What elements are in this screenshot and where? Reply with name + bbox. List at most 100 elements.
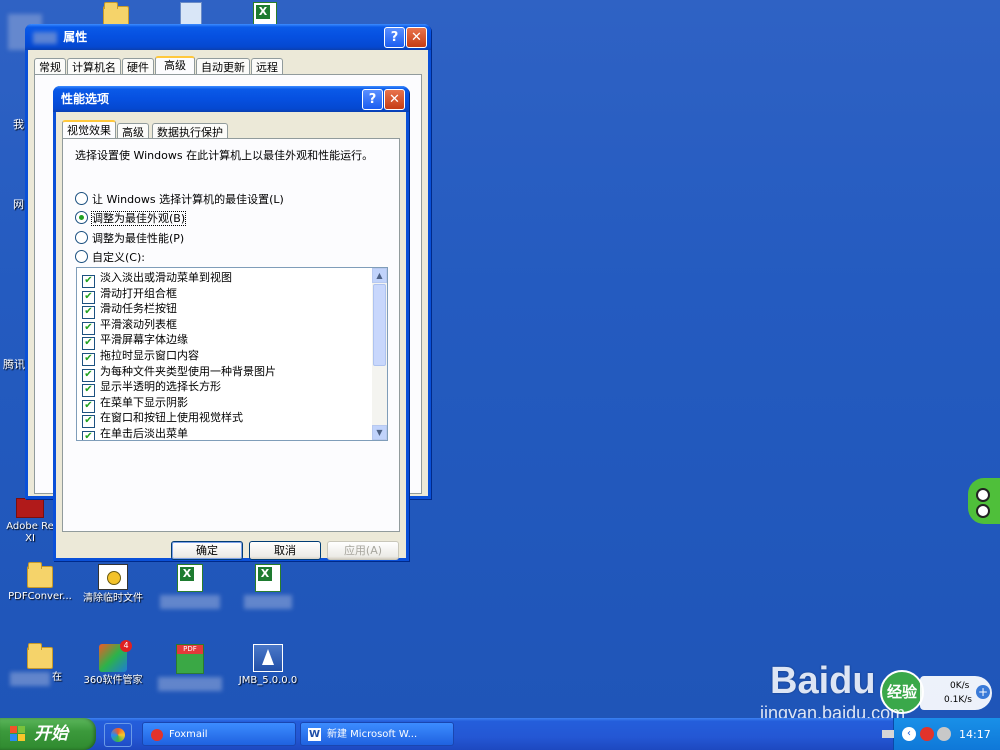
quicklaunch-icon[interactable] — [104, 723, 132, 747]
effect-label: 显示半透明的选择长方形 — [100, 380, 221, 394]
clean-temp-icon[interactable]: 清除临时文件 — [73, 564, 153, 605]
vertical-scrollbar[interactable]: ▲ ▼ — [372, 268, 387, 440]
effect-label: 在单击后淡出菜单 — [100, 426, 188, 440]
checkbox[interactable]: ✔ — [82, 321, 95, 335]
task-label: Foxmail — [169, 729, 208, 740]
program-icon[interactable] — [180, 2, 202, 26]
mascot-icon[interactable] — [968, 478, 1000, 524]
adobe-reader-icon[interactable]: Adobe Re XI — [0, 498, 60, 545]
radio-best-appearance[interactable]: 调整为最佳外观(B) — [75, 210, 187, 226]
task-foxmail[interactable]: Foxmail — [142, 722, 296, 746]
checkbox[interactable]: ✔ — [82, 399, 95, 413]
edge-label: 网 — [13, 198, 24, 211]
checkbox[interactable]: ✔ — [82, 384, 95, 398]
title-bar[interactable]: 属性 ? ✕ — [25, 24, 431, 50]
help-button[interactable]: ? — [384, 27, 405, 48]
list-item[interactable]: ✔ 在单击后淡出菜单 — [77, 426, 387, 440]
title-bar[interactable]: 性能选项 ? ✕ — [53, 86, 409, 112]
close-button[interactable]: ✕ — [384, 89, 405, 110]
excel-icon — [255, 564, 281, 592]
effect-label: 为每种文件夹类型使用一种背景图片 — [100, 364, 276, 378]
effects-list[interactable]: ✔ 淡入淡出或滑动菜单到视图 ✔ 滑动打开组合框 ✔ 滑动任务栏按钮 ✔ 平滑滚动列表框… — [76, 267, 388, 441]
radio-label: 调整为最佳外观(B) — [90, 211, 187, 226]
folder-icon — [27, 562, 53, 588]
checkbox[interactable]: ✔ — [82, 415, 95, 429]
list-item[interactable]: ✔ 淡入淡出或滑动菜单到视图 — [77, 270, 387, 288]
radio-let-windows-choose[interactable]: 让 Windows 选择计算机的最佳设置(L) — [75, 191, 284, 207]
excel-icon[interactable] — [253, 2, 277, 26]
help-button[interactable]: ? — [362, 89, 383, 110]
checkbox[interactable]: ✔ — [82, 337, 95, 351]
plus-icon[interactable]: + — [976, 685, 990, 699]
cancel-button[interactable]: 取消 — [249, 541, 321, 560]
list-item[interactable]: ✔ 在窗口和按钮上使用视觉样式 — [77, 410, 387, 429]
radio-label: 调整为最佳性能(P) — [92, 232, 185, 245]
window-title: 属性 — [63, 30, 88, 44]
blurred-label — [244, 595, 292, 609]
pdf-file-icon[interactable]: PDF — [150, 644, 230, 691]
clock: 14:17 — [959, 728, 991, 741]
system-tray: ‹ 14:17 — [882, 718, 1000, 750]
radio-circle — [75, 211, 88, 224]
checkbox[interactable]: ✔ — [82, 275, 95, 288]
list-item[interactable]: ✔ 平滑滚动列表框 — [77, 317, 387, 335]
list-item[interactable]: ✔ 显示半透明的选择长方形 — [77, 379, 387, 398]
tab-bar: 视觉效果 高级 数据执行保护 — [62, 119, 229, 142]
scroll-down-button[interactable]: ▼ — [372, 425, 387, 440]
word-icon: W — [308, 728, 321, 741]
tray-app-icon[interactable] — [937, 727, 951, 741]
tab-bar: 常规 计算机名 硬件 高级 自动更新 远程 — [34, 55, 284, 77]
checkbox[interactable]: ✔ — [82, 352, 95, 366]
intro-text: 选择设置使 Windows 在此计算机上以最佳外观和性能运行。 — [75, 149, 374, 162]
effect-label: 在窗口和按钮上使用视觉样式 — [100, 411, 243, 425]
edge-label: 腾讯 — [3, 358, 25, 371]
ok-button[interactable]: 确定 — [171, 541, 243, 560]
blurred-label — [158, 677, 222, 691]
icon-label: 在 — [52, 672, 62, 683]
list-item[interactable]: ✔ 滑动打开组合框 — [77, 286, 387, 304]
checkbox[interactable]: ✔ — [82, 430, 95, 440]
net-speed-widget[interactable]: 0K/s 0.1K/s + — [920, 676, 992, 710]
scroll-thumb[interactable] — [373, 284, 386, 366]
list-item[interactable]: ✔ 为每种文件夹类型使用一种背景图片 — [77, 364, 387, 382]
checkbox[interactable]: ✔ — [82, 306, 95, 320]
collapse-tray-icon[interactable]: ‹ — [902, 727, 916, 741]
list-item[interactable]: ✔ 平滑屏幕字体边缘 — [77, 332, 387, 351]
radio-custom[interactable]: 自定义(C): — [75, 249, 145, 265]
close-button[interactable]: ✕ — [406, 27, 427, 48]
excel-file-icon[interactable] — [150, 564, 230, 609]
radio-circle — [75, 192, 88, 205]
folder-icon — [27, 643, 53, 669]
radio-label: 让 Windows 选择计算机的最佳设置(L) — [92, 193, 284, 206]
start-button[interactable]: 开始 — [0, 718, 96, 750]
blurred-label — [10, 672, 50, 686]
radio-circle — [75, 231, 88, 244]
icon-label: JMB_5.0.0.0 — [238, 675, 298, 686]
checkbox[interactable]: ✔ — [82, 368, 95, 382]
icon-label: 清除临时文件 — [83, 593, 143, 604]
radio-circle — [75, 250, 88, 263]
effect-label: 平滑滚动列表框 — [100, 317, 177, 331]
checkbox[interactable]: ✔ — [82, 290, 95, 304]
task-label: 新建 Microsoft W... — [327, 729, 418, 740]
jmb-icon[interactable]: JMB_5.0.0.0 — [228, 644, 308, 687]
list-item[interactable]: ✔ 在菜单下显示阴影 — [77, 395, 387, 413]
adobe-icon — [16, 498, 44, 518]
excel-file-icon[interactable] — [228, 564, 308, 609]
download-speed: 0.1K/s — [944, 695, 972, 705]
folder-shortcut-icon[interactable]: 在 — [0, 643, 80, 686]
tray-app-icon[interactable] — [920, 727, 934, 741]
icon-label: Adobe Re XI — [6, 521, 54, 544]
radio-best-performance[interactable]: 调整为最佳性能(P) — [75, 230, 184, 246]
360-manager-icon[interactable]: 4 360软件管家 — [73, 640, 153, 687]
scroll-up-button[interactable]: ▲ — [372, 268, 387, 283]
road-icon — [253, 644, 283, 672]
folder-icon[interactable] — [103, 2, 129, 26]
apply-button[interactable]: 应用(A) — [327, 541, 399, 560]
windows-flag-icon — [10, 726, 26, 742]
list-item[interactable]: ✔ 拖拉时显示窗口内容 — [77, 348, 387, 366]
task-word[interactable]: W 新建 Microsoft W... — [300, 722, 454, 746]
keyboard-icon[interactable] — [882, 730, 894, 738]
pdfconverter-icon[interactable]: PDFConver... — [0, 562, 80, 603]
list-item[interactable]: ✔ 滑动任务栏按钮 — [77, 301, 387, 320]
